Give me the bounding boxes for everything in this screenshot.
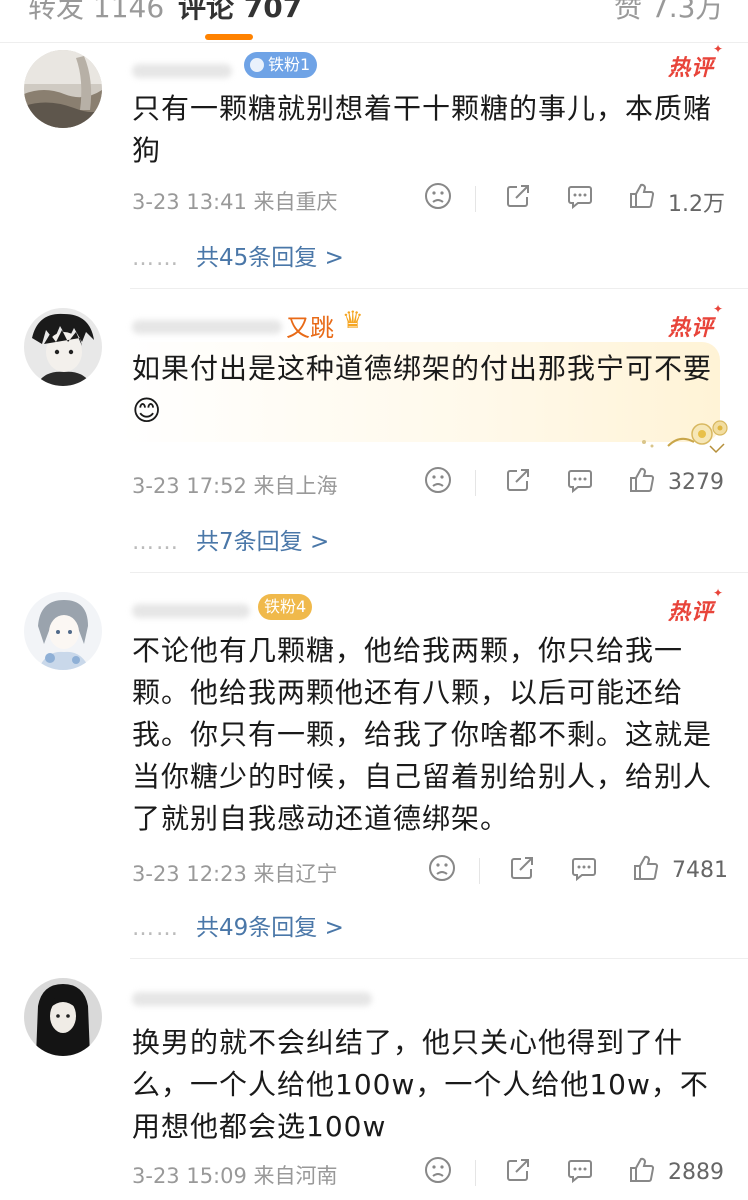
tab-comments[interactable]: 评论 707 [178, 0, 302, 26]
comment-date-location: 3-23 15:09 来自河南 [132, 1160, 338, 1190]
share-icon[interactable] [508, 854, 536, 887]
comment-location: 来自河南 [253, 1164, 338, 1188]
comment-location: 来自上海 [253, 474, 338, 498]
comment-text: 只有一颗糖就别想着干十颗糖的事儿，本质赌狗 [132, 92, 713, 167]
divider [475, 470, 476, 496]
like-count: 2889 [668, 1160, 724, 1185]
comment-date: 3-23 12:23 [132, 862, 247, 886]
like-count: 3279 [668, 470, 724, 495]
username-redacted[interactable] [132, 992, 372, 1006]
hot-label-text: 热评 [667, 316, 714, 341]
comment-date: 3-23 13:41 [132, 190, 247, 214]
view-replies-link[interactable]: 共7条回复 > [196, 529, 329, 555]
comment-meta: 3-23 17:52 来自上海 3279 [132, 466, 728, 500]
like-icon[interactable] [628, 182, 656, 215]
fan-badge-icon [250, 58, 264, 72]
avatar[interactable] [24, 978, 102, 1056]
comment-date: 3-23 17:52 [132, 474, 247, 498]
hot-label-text: 热评 [667, 600, 714, 625]
comment-location: 来自重庆 [253, 190, 338, 214]
frown-reaction-icon[interactable] [424, 466, 452, 499]
username-redacted[interactable] [132, 320, 282, 334]
spark-icon: ✦ [712, 586, 724, 600]
comment-tabs: 转发 1146 评论 707 赞 7.3万 [0, 0, 748, 43]
like-count: 7481 [672, 858, 728, 883]
comment-text: 换男的就不会纠结了，他只关心他得到了什么，一个人给他100w，一个人给他10w，… [132, 1026, 709, 1143]
view-replies-link[interactable]: 共49条回复 > [196, 915, 344, 941]
divider [475, 1160, 476, 1186]
divider [130, 572, 748, 573]
comment-meta: 3-23 12:23 来自辽宁 7481 [132, 854, 728, 888]
flower-sticker-icon [642, 420, 728, 454]
fan-badge: 铁粉4 [258, 594, 313, 620]
replies-row[interactable]: …… 共7条回复 > [132, 522, 329, 556]
crown-icon: ♛ [342, 306, 364, 334]
fan-badge-label: 铁粉1 [268, 55, 311, 74]
comment-date: 3-23 15:09 [132, 1164, 247, 1188]
hot-comment-label: 热评 ✦ [667, 42, 723, 82]
replies-row[interactable]: …… 共45条回复 > [132, 238, 344, 272]
comment-date-location: 3-23 13:41 来自重庆 [132, 186, 338, 216]
replies-row[interactable]: …… 共49条回复 > [132, 908, 344, 942]
comment-date-location: 3-23 17:52 来自上海 [132, 470, 338, 500]
username-redacted[interactable] [132, 604, 250, 618]
comment-text: 如果付出是这种道德绑架的付出那我宁可不要😊 [132, 352, 713, 427]
tab-likes[interactable]: 赞 7.3万 [614, 0, 723, 26]
share-icon[interactable] [504, 466, 532, 499]
comment-icon[interactable] [566, 1156, 594, 1189]
divider [130, 958, 748, 959]
divider [479, 858, 480, 884]
comment-icon[interactable] [570, 854, 598, 887]
frown-reaction-icon[interactable] [424, 182, 452, 215]
like-icon[interactable] [628, 1156, 656, 1189]
avatar[interactable] [24, 308, 102, 386]
avatar[interactable] [24, 592, 102, 670]
comment-date-location: 3-23 12:23 来自辽宁 [132, 858, 338, 888]
share-icon[interactable] [504, 1156, 532, 1189]
comment-icon[interactable] [566, 182, 594, 215]
view-replies-link[interactable]: 共45条回复 > [196, 245, 344, 271]
username-redacted[interactable] [132, 64, 232, 78]
comment-meta: 3-23 13:41 来自重庆 1.2万 [132, 182, 728, 217]
replies-dots: …… [132, 246, 180, 271]
username-visible-part[interactable]: 又跳 [286, 308, 334, 343]
frown-reaction-icon[interactable] [428, 854, 456, 887]
spark-icon: ✦ [712, 302, 724, 316]
hot-comment-label: 热评 ✦ [667, 586, 723, 626]
divider [475, 186, 476, 212]
replies-dots: …… [132, 530, 180, 555]
replies-dots: …… [132, 916, 180, 941]
comment-text: 不论他有几颗糖，他给我两颗，你只给我一颗。他给我两颗他还有八颗，以后可能还给我。… [132, 634, 713, 835]
divider [0, 42, 748, 43]
active-tab-indicator [205, 34, 253, 40]
like-icon[interactable] [628, 466, 656, 499]
tab-repost[interactable]: 转发 1146 [28, 0, 164, 26]
comment-location: 来自辽宁 [253, 862, 338, 886]
comment-meta: 3-23 15:09 来自河南 2889 [132, 1156, 728, 1190]
comment-icon[interactable] [566, 466, 594, 499]
share-icon[interactable] [504, 182, 532, 215]
fan-badge: 铁粉1 [244, 52, 318, 78]
hot-label-text: 热评 [667, 56, 714, 81]
frown-reaction-icon[interactable] [424, 1156, 452, 1189]
avatar[interactable] [24, 50, 102, 128]
fan-badge-label: 铁粉4 [264, 597, 307, 616]
spark-icon: ✦ [712, 42, 724, 56]
hot-comment-label: 热评 ✦ [667, 302, 723, 342]
divider [130, 288, 748, 289]
like-icon[interactable] [632, 854, 660, 887]
like-count: 1.2万 [668, 192, 725, 217]
